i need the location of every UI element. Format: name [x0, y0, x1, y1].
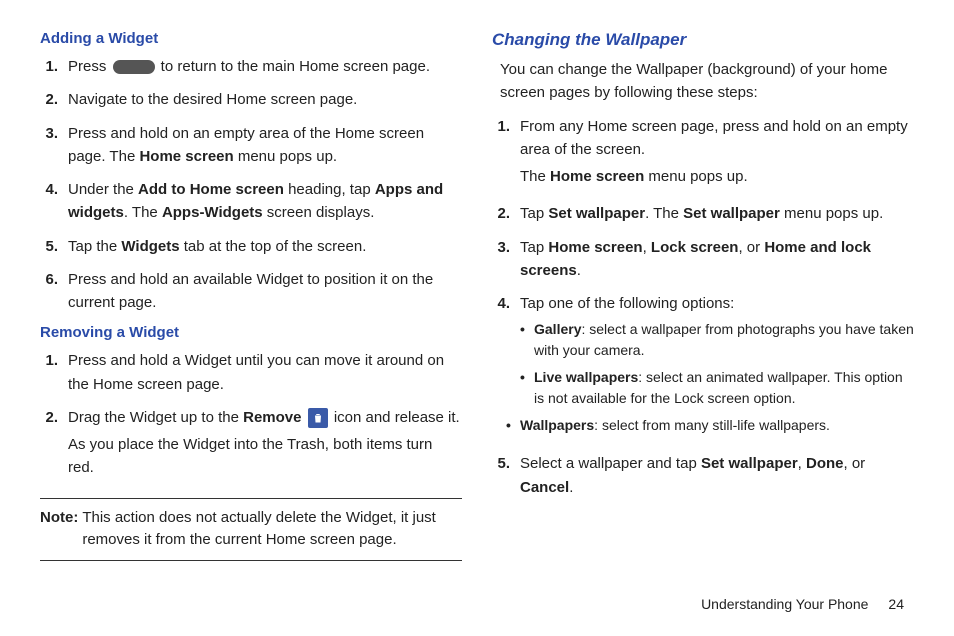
list-item: 6. Press and hold an available Widget to…	[40, 268, 462, 315]
bullet-item: • Gallery: select a wallpaper from photo…	[520, 319, 914, 361]
note-text: This action does not actually delete the…	[82, 507, 462, 552]
list-item: 1. Press to return to the main Home scre…	[40, 55, 462, 78]
heading-adding-widget: Adding a Widget	[40, 30, 462, 47]
bullet-item: • Wallpapers: select from many still-lif…	[506, 415, 914, 436]
step-body: Tap Set wallpaper. The Set wallpaper men…	[520, 202, 914, 225]
right-column: Changing the Wallpaper You can change th…	[492, 30, 914, 561]
wallpaper-steps: 1. From any Home screen page, press and …	[492, 115, 914, 499]
step-number: 1.	[492, 115, 520, 193]
list-item: 3. Tap Home screen, Lock screen, or Home…	[492, 236, 914, 283]
heading-removing-widget: Removing a Widget	[40, 324, 462, 341]
step-number: 2.	[40, 88, 68, 111]
step-number: 1.	[40, 55, 68, 78]
step-number: 5.	[40, 235, 68, 258]
step-body: Drag the Widget up to the Remove icon an…	[68, 406, 462, 484]
step-body: Navigate to the desired Home screen page…	[68, 88, 462, 111]
list-item: 4. Under the Add to Home screen heading,…	[40, 178, 462, 225]
step-number: 2.	[492, 202, 520, 225]
step-number: 1.	[40, 349, 68, 396]
list-item: 1. From any Home screen page, press and …	[492, 115, 914, 193]
list-item: 2. Drag the Widget up to the Remove icon…	[40, 406, 462, 484]
note-label: Note:	[40, 507, 82, 552]
section-title: Understanding Your Phone	[701, 596, 868, 612]
bullet-item: • Live wallpapers: select an animated wa…	[520, 367, 914, 409]
step-number: 6.	[40, 268, 68, 315]
list-item: 5. Select a wallpaper and tap Set wallpa…	[492, 452, 914, 499]
adding-widget-steps: 1. Press to return to the main Home scre…	[40, 55, 462, 314]
list-item: 4. Tap one of the following options: • G…	[492, 292, 914, 442]
home-button-icon	[113, 60, 155, 74]
step-body: From any Home screen page, press and hol…	[520, 115, 914, 193]
note-block: Note: This action does not actually dele…	[40, 498, 462, 561]
step-body: Press and hold a Widget until you can mo…	[68, 349, 462, 396]
step-body: Tap Home screen, Lock screen, or Home an…	[520, 236, 914, 283]
page-number: 24	[888, 596, 904, 612]
step-body: Tap the Widgets tab at the top of the sc…	[68, 235, 462, 258]
step-body: Tap one of the following options: • Gall…	[520, 292, 914, 442]
removing-widget-steps: 1. Press and hold a Widget until you can…	[40, 349, 462, 483]
step-body: Press to return to the main Home screen …	[68, 55, 462, 78]
step-number: 3.	[492, 236, 520, 283]
list-item: 3. Press and hold on an empty area of th…	[40, 122, 462, 169]
left-column: Adding a Widget 1. Press to return to th…	[40, 30, 462, 561]
step-body: Select a wallpaper and tap Set wallpaper…	[520, 452, 914, 499]
step-number: 5.	[492, 452, 520, 499]
step-body: Under the Add to Home screen heading, ta…	[68, 178, 462, 225]
intro-text: You can change the Wallpaper (background…	[500, 58, 914, 105]
heading-changing-wallpaper: Changing the Wallpaper	[492, 30, 914, 50]
step-number: 3.	[40, 122, 68, 169]
step-body: Press and hold an available Widget to po…	[68, 268, 462, 315]
trash-icon	[308, 408, 328, 428]
page-columns: Adding a Widget 1. Press to return to th…	[40, 30, 914, 561]
list-item: 5. Tap the Widgets tab at the top of the…	[40, 235, 462, 258]
step-body: Press and hold on an empty area of the H…	[68, 122, 462, 169]
list-item: 2. Tap Set wallpaper. The Set wallpaper …	[492, 202, 914, 225]
wallpaper-options: • Gallery: select a wallpaper from photo…	[520, 319, 914, 436]
page-footer: Understanding Your Phone 24	[701, 596, 904, 612]
list-item: 1. Press and hold a Widget until you can…	[40, 349, 462, 396]
list-item: 2. Navigate to the desired Home screen p…	[40, 88, 462, 111]
step-number: 4.	[40, 178, 68, 225]
step-number: 2.	[40, 406, 68, 484]
